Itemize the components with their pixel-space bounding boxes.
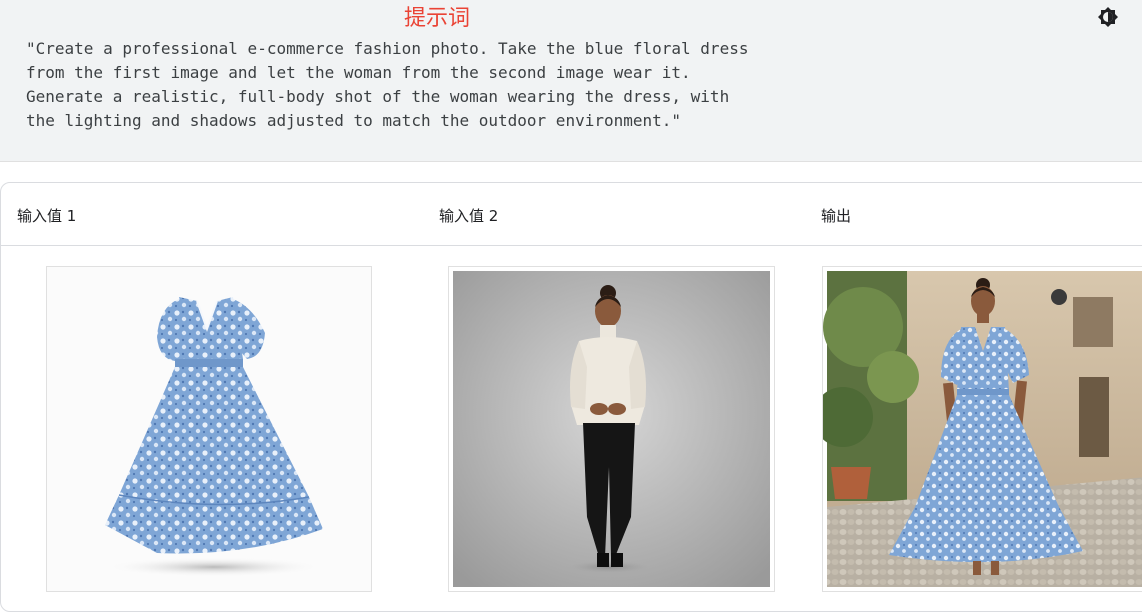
input-image-woman-white-sweater (448, 266, 775, 592)
column-header-input-2: 输入值 2 (439, 207, 499, 225)
prompt-text: "Create a professional e-commerce fashio… (26, 39, 749, 130)
output-image-woman-in-floral-dress (822, 266, 1142, 592)
corner-bracket-glyph: 「 (1134, 4, 1142, 28)
prompt-panel: 提示词 「 "Create a professional e-commerce … (0, 0, 1142, 162)
table-header-row: 输入值 1 输入值 2 输出 (1, 183, 1142, 246)
input-image-blue-floral-dress (46, 266, 372, 592)
column-header-output: 输出 (821, 207, 852, 225)
brightness-contrast-icon[interactable] (1098, 7, 1118, 27)
prompt-title: 提示词 (404, 6, 471, 31)
column-header-input-1: 输入值 1 (17, 207, 77, 225)
comparison-table: 输入值 1 输入值 2 输出 (0, 182, 1142, 612)
